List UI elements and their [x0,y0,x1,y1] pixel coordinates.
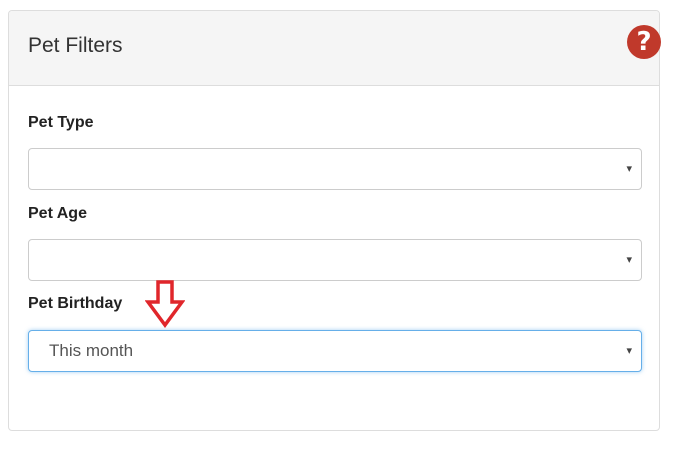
panel-heading: Pet Filters ? [9,11,661,86]
chevron-down-icon: ▾ [626,162,632,175]
panel-title: Pet Filters [28,34,123,57]
pet-filters-panel: Pet Filters ? Pet Type ▾ Pet Age ▾ Pet B… [8,10,661,431]
chevron-down-icon: ▾ [626,344,632,357]
down-arrow-icon [145,280,185,328]
pet-birthday-label: Pet Birthday [28,295,123,312]
pet-birthday-select[interactable]: This month ▾ [28,330,642,372]
pet-age-select[interactable]: ▾ [28,239,642,281]
pet-type-label: Pet Type [28,114,94,131]
pet-age-label: Pet Age [28,205,87,222]
pet-birthday-value: This month [49,341,134,360]
question-mark-icon[interactable]: ? [627,25,661,59]
chevron-down-icon: ▾ [626,253,632,266]
pet-type-select[interactable]: ▾ [28,148,642,190]
